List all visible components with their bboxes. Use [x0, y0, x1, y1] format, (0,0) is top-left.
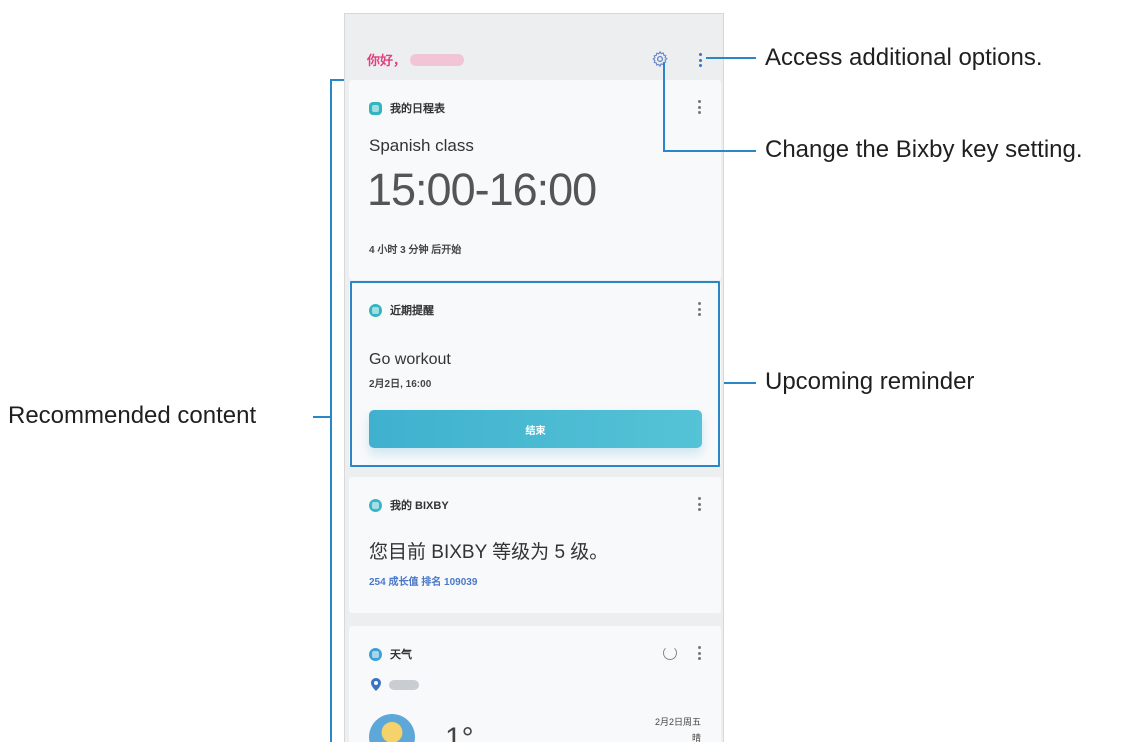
weather-date: 2月2日周五 晴 — [655, 714, 701, 742]
weather-card-label: 天气 — [390, 649, 412, 661]
bixby-home-screen: 你好， 我的日程表 Spanish class 15:00-16:00 4 小时… — [344, 13, 724, 742]
weather-icon — [369, 647, 382, 661]
location-pin-icon — [371, 678, 381, 691]
bixby-card-menu-icon[interactable] — [695, 495, 703, 513]
callout-line-gear-horizontal — [663, 150, 756, 152]
schedule-card-header: 我的日程表 — [369, 100, 445, 116]
gear-icon[interactable] — [651, 50, 669, 68]
weather-card-header: 天气 — [369, 646, 412, 662]
more-options-icon[interactable] — [696, 51, 704, 69]
reminder-highlight-frame — [350, 281, 720, 467]
weather-card-menu-icon[interactable] — [695, 644, 703, 662]
schedule-card-menu-icon[interactable] — [695, 98, 703, 116]
callout-recommended-text: Recommended content — [8, 402, 257, 429]
user-name-blurred — [410, 54, 465, 66]
schedule-card[interactable]: 我的日程表 Spanish class 15:00-16:00 4 小时 3 分… — [349, 80, 721, 280]
calendar-icon — [369, 101, 382, 115]
weather-date-text: 2月2日周五 — [654, 717, 701, 727]
refresh-icon[interactable] — [663, 646, 677, 660]
bixby-level-card[interactable]: 我的 BIXBY 您目前 BIXBY 等级为 5 级。 254 成长值 排名 1… — [349, 477, 721, 613]
greeting-text: 你好， — [367, 53, 407, 68]
bixby-stats[interactable]: 254 成长值 排名 109039 — [369, 573, 477, 588]
bracket-top — [330, 79, 344, 81]
sunny-weather-icon — [369, 714, 415, 742]
schedule-title: Spanish class — [369, 136, 474, 155]
location-blurred — [389, 680, 419, 690]
callout-line-gear-vertical — [663, 62, 665, 152]
callout-line-recommended — [313, 416, 331, 418]
callout-bixby-key-text: Change the Bixby key setting. — [765, 136, 1083, 163]
callout-options-text: Access additional options. — [765, 44, 1043, 71]
callout-line-options — [706, 57, 756, 59]
weather-condition: 晴 — [691, 733, 701, 742]
bixby-level-text: 您目前 BIXBY 等级为 5 级。 — [369, 542, 609, 563]
callout-reminder-text: Upcoming reminder — [765, 368, 975, 395]
bixby-card-header: 我的 BIXBY — [369, 497, 449, 513]
temperature: 1° — [445, 722, 474, 742]
bracket-vertical — [330, 79, 332, 742]
top-bar: 你好， — [345, 14, 723, 80]
bixby-icon — [369, 498, 382, 512]
schedule-countdown: 4 小时 3 分钟 后开始 — [369, 245, 462, 256]
bixby-card-label: 我的 BIXBY — [390, 500, 449, 512]
weather-card[interactable]: 天气 1° 2月2日周五 晴 — [349, 626, 721, 742]
schedule-time: 15:00-16:00 — [367, 164, 597, 215]
greeting: 你好， — [367, 50, 465, 69]
schedule-card-label: 我的日程表 — [390, 103, 445, 115]
callout-line-reminder — [724, 382, 756, 384]
